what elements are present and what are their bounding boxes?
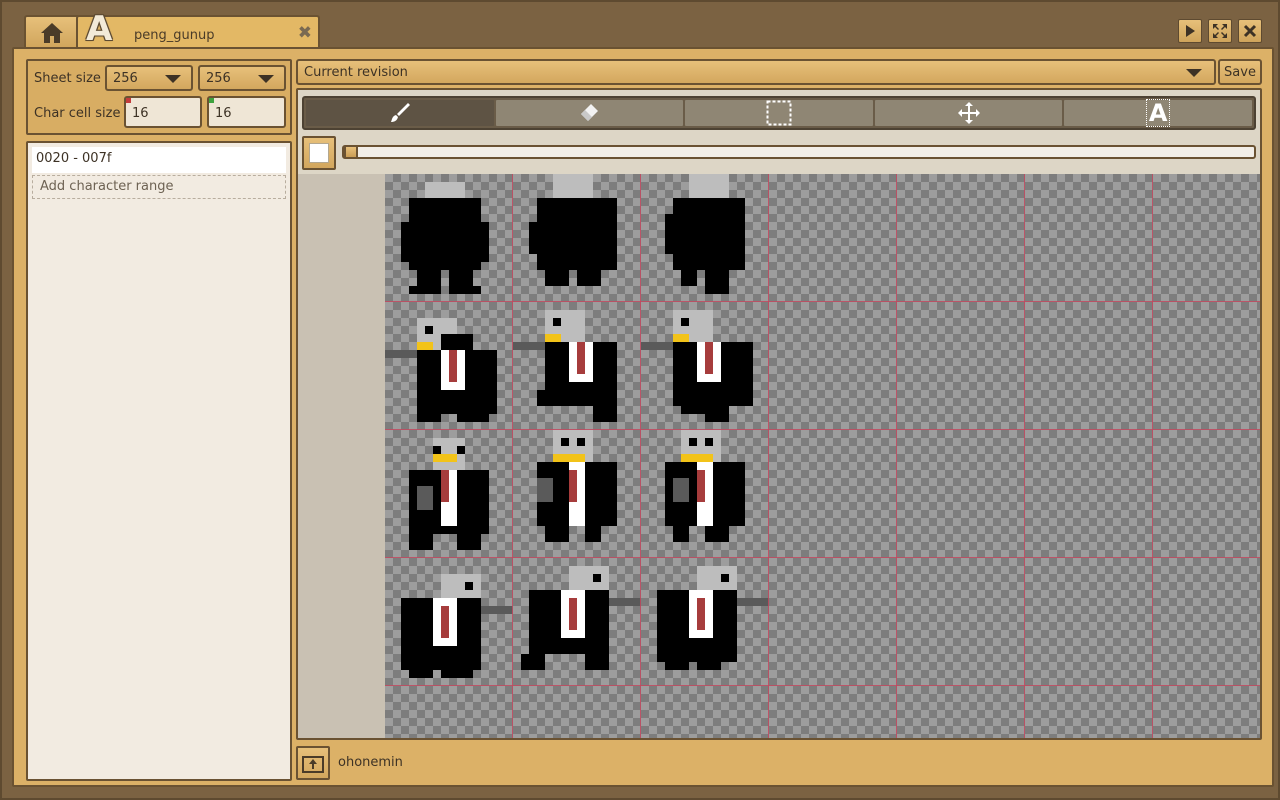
sprite-frame bbox=[521, 566, 641, 670]
fullscreen-button[interactable] bbox=[1208, 19, 1232, 43]
sheet-size-label: Sheet size bbox=[34, 71, 101, 86]
cell-width-field[interactable]: 16 bbox=[124, 96, 202, 128]
chevron-down-icon bbox=[165, 75, 181, 83]
sprite-frame bbox=[641, 310, 753, 422]
close-icon bbox=[1243, 24, 1257, 38]
sprite-frame bbox=[665, 430, 745, 542]
tab-bar: A peng_gunup ✖ bbox=[12, 9, 1274, 55]
eraser-icon bbox=[581, 104, 599, 121]
grid-line bbox=[385, 557, 1260, 558]
author-name: ohonemin bbox=[338, 755, 403, 770]
cell-width-value: 16 bbox=[132, 106, 149, 121]
grid-line bbox=[512, 174, 513, 738]
slider-thumb[interactable] bbox=[344, 145, 358, 159]
grid-line bbox=[385, 685, 1260, 686]
status-bar: ohonemin bbox=[296, 746, 1262, 782]
revision-value: Current revision bbox=[304, 65, 408, 80]
add-character-range-button[interactable]: Add character range bbox=[32, 175, 286, 199]
x-axis-marker-icon bbox=[126, 98, 131, 103]
run-button[interactable] bbox=[1178, 19, 1202, 43]
sprite-frame bbox=[537, 430, 617, 542]
chevron-down-icon bbox=[1186, 69, 1202, 77]
sheet-width-value: 256 bbox=[113, 71, 138, 86]
sprite-frame bbox=[409, 438, 489, 550]
character-range-list: 0020 - 007f Add character range bbox=[26, 141, 292, 781]
sprite-frame bbox=[401, 182, 489, 294]
close-window-button[interactable] bbox=[1238, 19, 1262, 43]
editor-toolbar: A bbox=[298, 90, 1260, 174]
save-button[interactable]: Save bbox=[1218, 59, 1262, 85]
grid-line bbox=[896, 174, 897, 738]
sprite-frame bbox=[657, 566, 769, 670]
close-tab-icon[interactable]: ✖ bbox=[298, 23, 312, 43]
selection-icon bbox=[766, 100, 792, 126]
document-title: peng_gunup bbox=[134, 28, 215, 43]
sheet-height-dropdown[interactable]: 256 bbox=[198, 65, 286, 91]
sheet-height-value: 256 bbox=[206, 71, 231, 86]
brush-tool[interactable] bbox=[306, 100, 494, 126]
play-icon bbox=[1186, 25, 1195, 37]
upload-button[interactable] bbox=[296, 746, 330, 780]
brush-color-swatch[interactable] bbox=[302, 136, 336, 170]
chevron-down-icon bbox=[258, 75, 274, 83]
list-item[interactable]: 0020 - 007f bbox=[32, 147, 286, 173]
sprite-frame bbox=[529, 174, 617, 286]
grid-line bbox=[1152, 174, 1153, 738]
move-tool[interactable] bbox=[874, 100, 1063, 126]
app-window: A peng_gunup ✖ Sheet size 256 256 Char c… bbox=[0, 0, 1280, 800]
color-preview bbox=[309, 143, 329, 163]
cell-height-field[interactable]: 16 bbox=[207, 96, 286, 128]
char-cell-size-label: Char cell size bbox=[34, 106, 121, 121]
sheet-width-dropdown[interactable]: 256 bbox=[105, 65, 193, 91]
brush-size-slider[interactable] bbox=[342, 145, 1256, 159]
home-button[interactable] bbox=[24, 15, 80, 51]
text-tool[interactable]: A bbox=[1064, 99, 1252, 127]
eraser-tool[interactable] bbox=[495, 100, 684, 126]
y-axis-marker-icon bbox=[209, 98, 214, 103]
move-icon bbox=[957, 102, 980, 124]
grid-line bbox=[385, 429, 1260, 430]
tool-selector: A bbox=[302, 96, 1256, 130]
brush-icon bbox=[390, 103, 410, 122]
upload-icon bbox=[302, 756, 324, 773]
grid-line bbox=[768, 174, 769, 738]
sprite-frame bbox=[385, 318, 497, 422]
home-icon bbox=[41, 23, 63, 43]
cell-height-value: 16 bbox=[215, 106, 232, 121]
sprite-frame bbox=[513, 310, 617, 422]
expand-icon bbox=[1213, 24, 1227, 38]
text-icon: A bbox=[1145, 99, 1171, 127]
app-logo-icon: A bbox=[86, 9, 113, 49]
sprite-canvas[interactable] bbox=[385, 174, 1260, 738]
select-tool[interactable] bbox=[685, 100, 873, 126]
grid-line bbox=[640, 174, 641, 738]
grid-line bbox=[385, 301, 1260, 302]
main-content: Sheet size 256 256 Char cell size 16 16 … bbox=[12, 47, 1274, 787]
grid-line bbox=[1024, 174, 1025, 738]
sprite-editor: A bbox=[296, 88, 1262, 740]
sprite-frame bbox=[401, 574, 513, 678]
sprite-frame bbox=[665, 174, 745, 294]
revision-dropdown[interactable]: Current revision bbox=[296, 59, 1216, 85]
sheet-settings-panel: Sheet size 256 256 Char cell size 16 16 bbox=[26, 59, 292, 135]
